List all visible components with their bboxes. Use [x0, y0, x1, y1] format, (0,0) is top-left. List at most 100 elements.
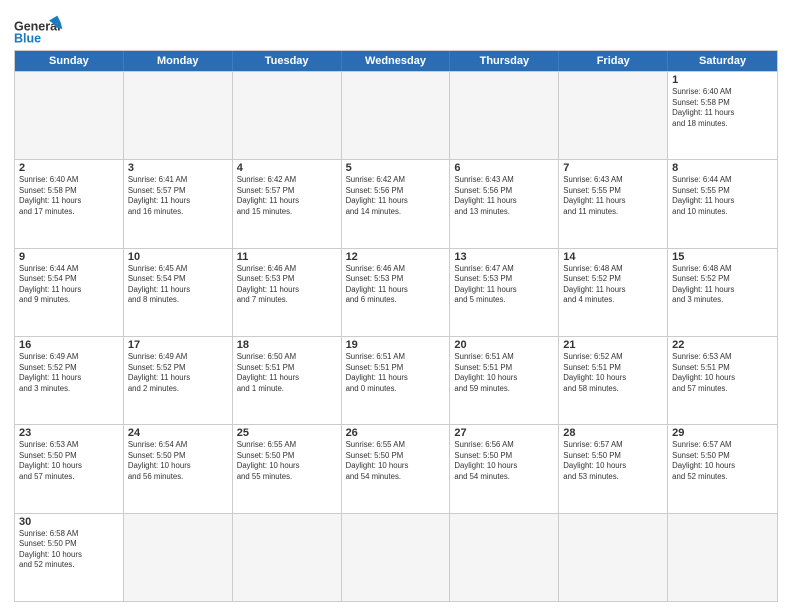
calendar-cell-day-8: 8Sunrise: 6:44 AM Sunset: 5:55 PM Daylig… [668, 160, 777, 247]
day-info: Sunrise: 6:42 AM Sunset: 5:57 PM Dayligh… [237, 175, 337, 217]
day-info: Sunrise: 6:43 AM Sunset: 5:56 PM Dayligh… [454, 175, 554, 217]
day-number: 26 [346, 427, 446, 439]
day-number: 7 [563, 162, 663, 174]
calendar-cell-day-12: 12Sunrise: 6:46 AM Sunset: 5:53 PM Dayli… [342, 249, 451, 336]
day-info: Sunrise: 6:50 AM Sunset: 5:51 PM Dayligh… [237, 352, 337, 394]
day-info: Sunrise: 6:46 AM Sunset: 5:53 PM Dayligh… [237, 264, 337, 306]
weekday-header-tuesday: Tuesday [233, 51, 342, 71]
calendar-cell-empty [124, 72, 233, 159]
day-info: Sunrise: 6:43 AM Sunset: 5:55 PM Dayligh… [563, 175, 663, 217]
day-number: 21 [563, 339, 663, 351]
calendar-row-5: 30Sunrise: 6:58 AM Sunset: 5:50 PM Dayli… [15, 513, 777, 601]
calendar-cell-day-13: 13Sunrise: 6:47 AM Sunset: 5:53 PM Dayli… [450, 249, 559, 336]
svg-text:Blue: Blue [14, 31, 41, 44]
day-number: 9 [19, 251, 119, 263]
day-number: 25 [237, 427, 337, 439]
calendar-cell-day-18: 18Sunrise: 6:50 AM Sunset: 5:51 PM Dayli… [233, 337, 342, 424]
day-info: Sunrise: 6:47 AM Sunset: 5:53 PM Dayligh… [454, 264, 554, 306]
calendar-row-0: 1Sunrise: 6:40 AM Sunset: 5:58 PM Daylig… [15, 71, 777, 159]
calendar-cell-day-3: 3Sunrise: 6:41 AM Sunset: 5:57 PM Daylig… [124, 160, 233, 247]
weekday-header-wednesday: Wednesday [342, 51, 451, 71]
calendar-header: SundayMondayTuesdayWednesdayThursdayFrid… [15, 51, 777, 71]
weekday-header-saturday: Saturday [668, 51, 777, 71]
day-number: 10 [128, 251, 228, 263]
weekday-header-thursday: Thursday [450, 51, 559, 71]
calendar-cell-empty [559, 72, 668, 159]
page: General Blue SundayMondayTuesdayWednesda… [0, 0, 792, 612]
day-info: Sunrise: 6:49 AM Sunset: 5:52 PM Dayligh… [19, 352, 119, 394]
day-number: 30 [19, 516, 119, 528]
logo-icon: General Blue [14, 14, 64, 44]
day-info: Sunrise: 6:57 AM Sunset: 5:50 PM Dayligh… [563, 440, 663, 482]
day-number: 28 [563, 427, 663, 439]
day-info: Sunrise: 6:45 AM Sunset: 5:54 PM Dayligh… [128, 264, 228, 306]
day-number: 3 [128, 162, 228, 174]
logo: General Blue [14, 10, 64, 44]
calendar-cell-day-26: 26Sunrise: 6:55 AM Sunset: 5:50 PM Dayli… [342, 425, 451, 512]
day-info: Sunrise: 6:42 AM Sunset: 5:56 PM Dayligh… [346, 175, 446, 217]
calendar-cell-empty [342, 72, 451, 159]
calendar-cell-empty [342, 514, 451, 601]
calendar-cell-day-27: 27Sunrise: 6:56 AM Sunset: 5:50 PM Dayli… [450, 425, 559, 512]
calendar-cell-empty [15, 72, 124, 159]
calendar-row-3: 16Sunrise: 6:49 AM Sunset: 5:52 PM Dayli… [15, 336, 777, 424]
calendar-cell-day-19: 19Sunrise: 6:51 AM Sunset: 5:51 PM Dayli… [342, 337, 451, 424]
day-number: 27 [454, 427, 554, 439]
calendar-cell-day-29: 29Sunrise: 6:57 AM Sunset: 5:50 PM Dayli… [668, 425, 777, 512]
day-info: Sunrise: 6:55 AM Sunset: 5:50 PM Dayligh… [237, 440, 337, 482]
day-info: Sunrise: 6:55 AM Sunset: 5:50 PM Dayligh… [346, 440, 446, 482]
day-number: 29 [672, 427, 773, 439]
day-number: 16 [19, 339, 119, 351]
calendar-row-1: 2Sunrise: 6:40 AM Sunset: 5:58 PM Daylig… [15, 159, 777, 247]
calendar-row-2: 9Sunrise: 6:44 AM Sunset: 5:54 PM Daylig… [15, 248, 777, 336]
day-number: 20 [454, 339, 554, 351]
day-info: Sunrise: 6:41 AM Sunset: 5:57 PM Dayligh… [128, 175, 228, 217]
day-number: 5 [346, 162, 446, 174]
day-info: Sunrise: 6:54 AM Sunset: 5:50 PM Dayligh… [128, 440, 228, 482]
day-number: 11 [237, 251, 337, 263]
day-number: 14 [563, 251, 663, 263]
calendar-row-4: 23Sunrise: 6:53 AM Sunset: 5:50 PM Dayli… [15, 424, 777, 512]
day-number: 15 [672, 251, 773, 263]
calendar-cell-empty [668, 514, 777, 601]
calendar-cell-empty [233, 72, 342, 159]
calendar-cell-day-24: 24Sunrise: 6:54 AM Sunset: 5:50 PM Dayli… [124, 425, 233, 512]
day-number: 17 [128, 339, 228, 351]
day-info: Sunrise: 6:49 AM Sunset: 5:52 PM Dayligh… [128, 352, 228, 394]
day-number: 4 [237, 162, 337, 174]
day-info: Sunrise: 6:52 AM Sunset: 5:51 PM Dayligh… [563, 352, 663, 394]
header: General Blue [14, 10, 778, 44]
calendar-cell-day-4: 4Sunrise: 6:42 AM Sunset: 5:57 PM Daylig… [233, 160, 342, 247]
day-info: Sunrise: 6:53 AM Sunset: 5:50 PM Dayligh… [19, 440, 119, 482]
calendar-cell-day-11: 11Sunrise: 6:46 AM Sunset: 5:53 PM Dayli… [233, 249, 342, 336]
calendar-cell-day-20: 20Sunrise: 6:51 AM Sunset: 5:51 PM Dayli… [450, 337, 559, 424]
calendar-cell-day-5: 5Sunrise: 6:42 AM Sunset: 5:56 PM Daylig… [342, 160, 451, 247]
day-number: 18 [237, 339, 337, 351]
day-number: 19 [346, 339, 446, 351]
day-info: Sunrise: 6:51 AM Sunset: 5:51 PM Dayligh… [454, 352, 554, 394]
calendar-cell-day-16: 16Sunrise: 6:49 AM Sunset: 5:52 PM Dayli… [15, 337, 124, 424]
calendar-cell-empty [124, 514, 233, 601]
day-info: Sunrise: 6:44 AM Sunset: 5:55 PM Dayligh… [672, 175, 773, 217]
day-info: Sunrise: 6:53 AM Sunset: 5:51 PM Dayligh… [672, 352, 773, 394]
calendar-cell-day-23: 23Sunrise: 6:53 AM Sunset: 5:50 PM Dayli… [15, 425, 124, 512]
day-number: 22 [672, 339, 773, 351]
calendar-cell-empty [233, 514, 342, 601]
calendar-cell-empty [559, 514, 668, 601]
day-info: Sunrise: 6:40 AM Sunset: 5:58 PM Dayligh… [672, 87, 773, 129]
calendar-cell-day-1: 1Sunrise: 6:40 AM Sunset: 5:58 PM Daylig… [668, 72, 777, 159]
calendar-cell-day-14: 14Sunrise: 6:48 AM Sunset: 5:52 PM Dayli… [559, 249, 668, 336]
calendar-cell-day-30: 30Sunrise: 6:58 AM Sunset: 5:50 PM Dayli… [15, 514, 124, 601]
calendar-cell-empty [450, 72, 559, 159]
day-number: 6 [454, 162, 554, 174]
day-info: Sunrise: 6:48 AM Sunset: 5:52 PM Dayligh… [563, 264, 663, 306]
calendar: SundayMondayTuesdayWednesdayThursdayFrid… [14, 50, 778, 602]
weekday-header-friday: Friday [559, 51, 668, 71]
day-info: Sunrise: 6:46 AM Sunset: 5:53 PM Dayligh… [346, 264, 446, 306]
calendar-cell-day-6: 6Sunrise: 6:43 AM Sunset: 5:56 PM Daylig… [450, 160, 559, 247]
day-info: Sunrise: 6:57 AM Sunset: 5:50 PM Dayligh… [672, 440, 773, 482]
calendar-body: 1Sunrise: 6:40 AM Sunset: 5:58 PM Daylig… [15, 71, 777, 601]
calendar-cell-empty [450, 514, 559, 601]
weekday-header-monday: Monday [124, 51, 233, 71]
day-number: 23 [19, 427, 119, 439]
